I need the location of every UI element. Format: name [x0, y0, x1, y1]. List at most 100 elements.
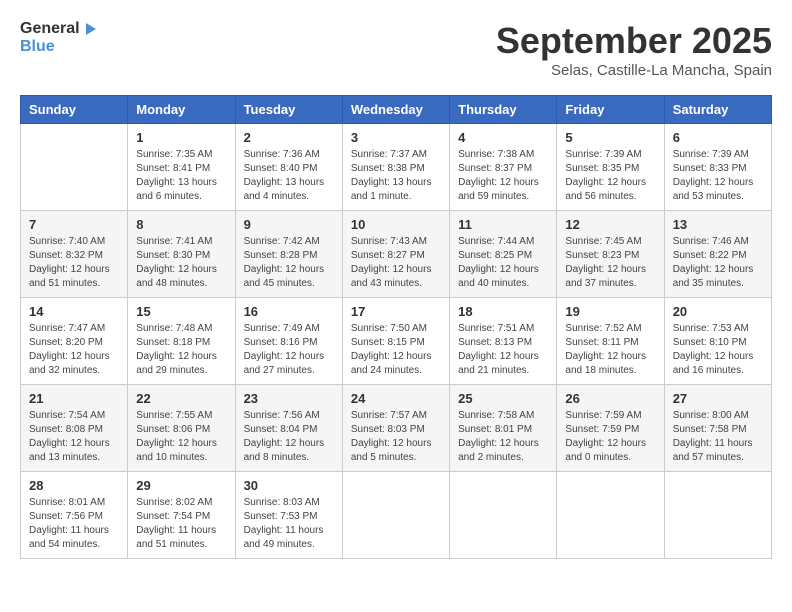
calendar-week-row: 21Sunrise: 7:54 AM Sunset: 8:08 PM Dayli… [21, 385, 772, 472]
calendar-day-cell: 11Sunrise: 7:44 AM Sunset: 8:25 PM Dayli… [450, 211, 557, 298]
day-info: Sunrise: 7:35 AM Sunset: 8:41 PM Dayligh… [136, 148, 226, 204]
calendar-day-cell: 23Sunrise: 7:56 AM Sunset: 8:04 PM Dayli… [235, 385, 342, 472]
day-info: Sunrise: 7:39 AM Sunset: 8:33 PM Dayligh… [673, 148, 763, 204]
day-info: Sunrise: 7:50 AM Sunset: 8:15 PM Dayligh… [351, 322, 441, 378]
calendar-day-cell: 14 Sunrise: 7:47 AM Sunset: 8:20 PM Dayli… [21, 298, 128, 385]
day-number: 12 [565, 217, 655, 232]
calendar-day-cell: 27 Sunrise: 8:00 AM Sunset: 7:58 PM Dayli… [664, 385, 771, 472]
calendar-day-cell [21, 124, 128, 211]
calendar-day-cell [342, 472, 449, 559]
calendar-day-cell [450, 472, 557, 559]
day-number: 28 [29, 478, 119, 493]
logo-chevron-icon [82, 21, 98, 37]
day-info: Sunrise: 7:45 AM Sunset: 8:23 PM Dayligh… [565, 235, 655, 291]
weekday-header-cell: Sunday [21, 96, 128, 124]
day-info: Sunrise: 7:58 AM Sunset: 8:01 PM Dayligh… [458, 409, 548, 465]
day-number: 17 [351, 304, 441, 319]
day-info: Sunrise: 7:38 AM Sunset: 8:37 PM Dayligh… [458, 148, 548, 204]
day-info: Sunrise: 7:46 AM Sunset: 8:22 PM Dayligh… [673, 235, 763, 291]
day-number: 4 [458, 130, 548, 145]
calendar-day-cell [557, 472, 664, 559]
calendar-week-row: 1 Sunrise: 7:35 AM Sunset: 8:41 PM Daylig… [21, 124, 772, 211]
logo-text: General Blue [20, 20, 98, 55]
day-number: 10 [351, 217, 441, 232]
day-number: 5 [565, 130, 655, 145]
calendar-day-cell: 1 Sunrise: 7:35 AM Sunset: 8:41 PM Daylig… [128, 124, 235, 211]
day-info: Sunrise: 7:54 AM Sunset: 8:08 PM Dayligh… [29, 409, 119, 465]
day-info: Sunrise: 7:59 AM Sunset: 7:59 PM Dayligh… [565, 409, 655, 465]
day-number: 29 [136, 478, 226, 493]
day-info: Sunrise: 7:39 AM Sunset: 8:35 PM Dayligh… [565, 148, 655, 204]
location-title: Selas, Castille-La Mancha, Spain [496, 62, 772, 79]
weekday-header-cell: Saturday [664, 96, 771, 124]
calendar-table: SundayMondayTuesdayWednesdayThursdayFrid… [20, 95, 772, 559]
day-info: Sunrise: 8:02 AM Sunset: 7:54 PM Dayligh… [136, 496, 226, 552]
day-number: 24 [351, 391, 441, 406]
calendar-day-cell: 10 Sunrise: 7:43 AM Sunset: 8:27 PM Dayli… [342, 211, 449, 298]
calendar-day-cell: 15Sunrise: 7:48 AM Sunset: 8:18 PM Dayli… [128, 298, 235, 385]
day-number: 18 [458, 304, 548, 319]
calendar-day-cell: 18Sunrise: 7:51 AM Sunset: 8:13 PM Dayli… [450, 298, 557, 385]
day-info: Sunrise: 7:42 AM Sunset: 8:28 PM Dayligh… [244, 235, 334, 291]
logo: General Blue [20, 20, 98, 55]
day-info: Sunrise: 7:43 AM Sunset: 8:27 PM Dayligh… [351, 235, 441, 291]
day-number: 2 [244, 130, 334, 145]
weekday-header-cell: Tuesday [235, 96, 342, 124]
calendar-day-cell: 24 Sunrise: 7:57 AM Sunset: 8:03 PM Dayli… [342, 385, 449, 472]
calendar-day-cell: 19 Sunrise: 7:52 AM Sunset: 8:11 PM Dayli… [557, 298, 664, 385]
day-info: Sunrise: 8:00 AM Sunset: 7:58 PM Dayligh… [673, 409, 763, 465]
calendar-week-row: 28 Sunrise: 8:01 AM Sunset: 7:56 PM Dayli… [21, 472, 772, 559]
day-info: Sunrise: 7:48 AM Sunset: 8:18 PM Dayligh… [136, 322, 226, 378]
calendar-day-cell: 8Sunrise: 7:41 AM Sunset: 8:30 PM Daylig… [128, 211, 235, 298]
day-number: 3 [351, 130, 441, 145]
calendar-body: 1 Sunrise: 7:35 AM Sunset: 8:41 PM Daylig… [21, 124, 772, 559]
month-title: September 2025 [496, 20, 772, 62]
day-info: Sunrise: 7:52 AM Sunset: 8:11 PM Dayligh… [565, 322, 655, 378]
day-number: 9 [244, 217, 334, 232]
day-number: 30 [244, 478, 334, 493]
day-info: Sunrise: 7:56 AM Sunset: 8:04 PM Dayligh… [244, 409, 334, 465]
day-info: Sunrise: 7:40 AM Sunset: 8:32 PM Dayligh… [29, 235, 119, 291]
calendar-day-cell: 25 Sunrise: 7:58 AM Sunset: 8:01 PM Dayli… [450, 385, 557, 472]
day-number: 27 [673, 391, 763, 406]
day-number: 26 [565, 391, 655, 406]
day-number: 13 [673, 217, 763, 232]
day-info: Sunrise: 7:53 AM Sunset: 8:10 PM Dayligh… [673, 322, 763, 378]
calendar-day-cell: 21Sunrise: 7:54 AM Sunset: 8:08 PM Dayli… [21, 385, 128, 472]
weekday-header-row: SundayMondayTuesdayWednesdayThursdayFrid… [21, 96, 772, 124]
calendar-day-cell [664, 472, 771, 559]
day-info: Sunrise: 7:37 AM Sunset: 8:38 PM Dayligh… [351, 148, 441, 204]
day-number: 7 [29, 217, 119, 232]
title-section: September 2025 Selas, Castille-La Mancha… [496, 20, 772, 79]
calendar-day-cell: 28 Sunrise: 8:01 AM Sunset: 7:56 PM Dayli… [21, 472, 128, 559]
calendar-day-cell: 17 Sunrise: 7:50 AM Sunset: 8:15 PM Dayli… [342, 298, 449, 385]
day-number: 16 [244, 304, 334, 319]
day-number: 1 [136, 130, 226, 145]
page-header: General Blue September 2025 Selas, Casti… [20, 20, 772, 79]
calendar-week-row: 14 Sunrise: 7:47 AM Sunset: 8:20 PM Dayli… [21, 298, 772, 385]
calendar-day-cell: 22 Sunrise: 7:55 AM Sunset: 8:06 PM Dayli… [128, 385, 235, 472]
calendar-week-row: 7 Sunrise: 7:40 AM Sunset: 8:32 PM Daylig… [21, 211, 772, 298]
day-number: 19 [565, 304, 655, 319]
calendar-day-cell: 13 Sunrise: 7:46 AM Sunset: 8:22 PM Dayli… [664, 211, 771, 298]
calendar-day-cell: 3 Sunrise: 7:37 AM Sunset: 8:38 PM Daylig… [342, 124, 449, 211]
calendar-day-cell: 4 Sunrise: 7:38 AM Sunset: 8:37 PM Daylig… [450, 124, 557, 211]
day-info: Sunrise: 8:03 AM Sunset: 7:53 PM Dayligh… [244, 496, 334, 552]
day-info: Sunrise: 7:55 AM Sunset: 8:06 PM Dayligh… [136, 409, 226, 465]
day-number: 22 [136, 391, 226, 406]
day-number: 8 [136, 217, 226, 232]
calendar-day-cell: 26 Sunrise: 7:59 AM Sunset: 7:59 PM Dayli… [557, 385, 664, 472]
day-number: 14 [29, 304, 119, 319]
calendar-day-cell: 6 Sunrise: 7:39 AM Sunset: 8:33 PM Daylig… [664, 124, 771, 211]
day-number: 20 [673, 304, 763, 319]
day-info: Sunrise: 7:47 AM Sunset: 8:20 PM Dayligh… [29, 322, 119, 378]
calendar-day-cell: 20 Sunrise: 7:53 AM Sunset: 8:10 PM Dayli… [664, 298, 771, 385]
calendar-day-cell: 30 Sunrise: 8:03 AM Sunset: 7:53 PM Dayli… [235, 472, 342, 559]
day-info: Sunrise: 8:01 AM Sunset: 7:56 PM Dayligh… [29, 496, 119, 552]
calendar-day-cell: 16Sunrise: 7:49 AM Sunset: 8:16 PM Dayli… [235, 298, 342, 385]
day-info: Sunrise: 7:57 AM Sunset: 8:03 PM Dayligh… [351, 409, 441, 465]
day-number: 6 [673, 130, 763, 145]
calendar-day-cell: 12 Sunrise: 7:45 AM Sunset: 8:23 PM Dayli… [557, 211, 664, 298]
day-number: 25 [458, 391, 548, 406]
calendar-day-cell: 5 Sunrise: 7:39 AM Sunset: 8:35 PM Daylig… [557, 124, 664, 211]
